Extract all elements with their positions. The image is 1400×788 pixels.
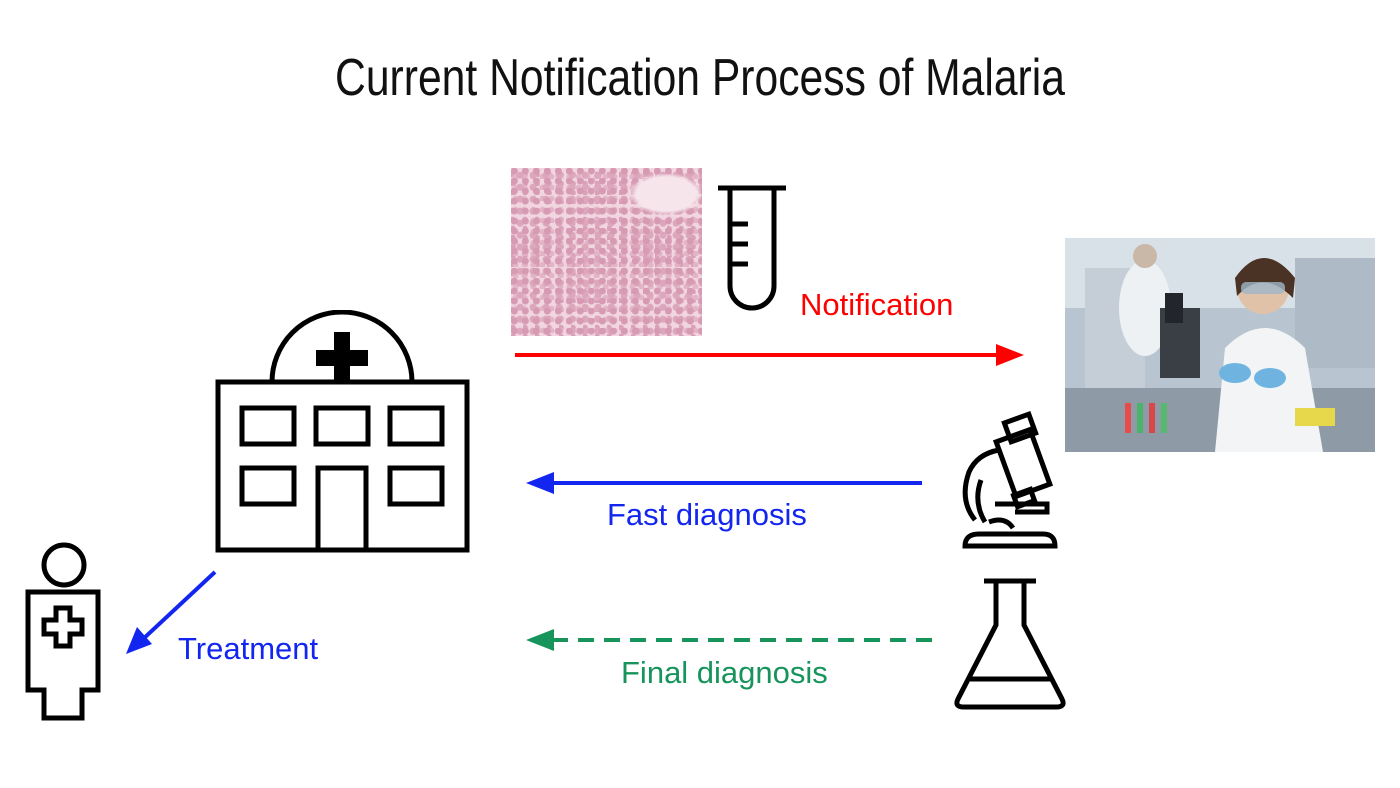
fast-diagnosis-label: Fast diagnosis <box>607 497 807 532</box>
final-diagnosis-arrow <box>526 629 932 651</box>
diagram: Current Notification Process of Malaria <box>0 0 1400 788</box>
final-diagnosis-label: Final diagnosis <box>621 655 828 690</box>
notification-arrow <box>515 344 1024 366</box>
fast-diagnosis-arrow <box>526 472 922 494</box>
treatment-label: Treatment <box>178 631 319 666</box>
notification-label: Notification <box>800 287 954 322</box>
